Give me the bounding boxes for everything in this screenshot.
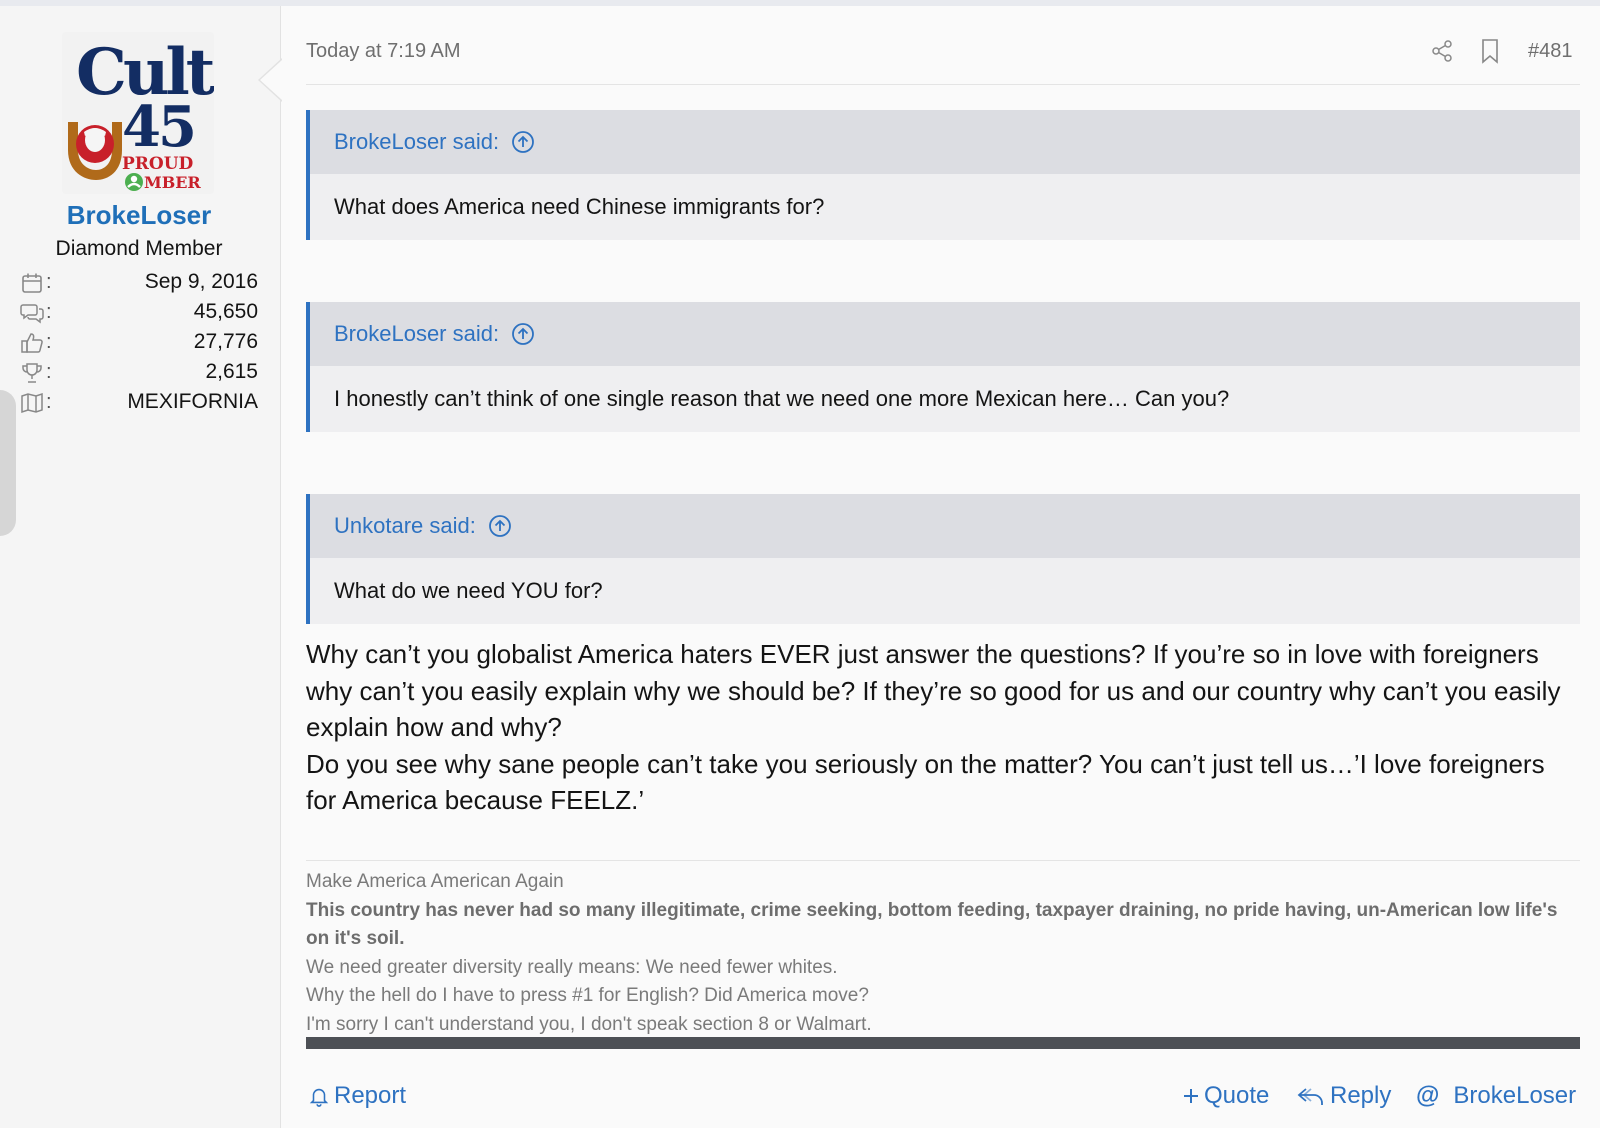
reply-button[interactable]: Reply xyxy=(1296,1082,1391,1110)
signature-line: Make America American Again xyxy=(306,871,564,892)
signature-bar xyxy=(306,1037,1580,1049)
stat-value: 2,615 xyxy=(205,360,258,383)
stat-location: : MEXIFORNIA xyxy=(20,388,258,418)
user-stats: : Sep 9, 2016 : 45,650 : 27,776: 2,615 … xyxy=(20,268,258,418)
quote-author[interactable]: Unkotare said: xyxy=(334,513,476,539)
post-paragraph: Why can’t you globalist America haters E… xyxy=(306,639,1561,742)
reply-label[interactable]: Reply xyxy=(1330,1082,1391,1110)
stat-colon: : xyxy=(46,301,52,323)
messages-icon xyxy=(20,304,44,324)
signature: Make America American Again This country… xyxy=(306,868,1580,1039)
username[interactable]: BrokeLoser xyxy=(0,200,278,231)
quote-author[interactable]: BrokeLoser said: xyxy=(334,321,499,347)
signature-divider xyxy=(306,860,1580,861)
cult-45-logo: Cult 45 PROUD MBER xyxy=(68,35,220,192)
mention-label[interactable]: BrokeLoser xyxy=(1453,1082,1576,1110)
message-arrow-fill xyxy=(260,60,282,100)
quote-header[interactable]: Unkotare said: xyxy=(310,494,1580,558)
reply-icon xyxy=(1297,1088,1323,1105)
stat-colon: : xyxy=(46,271,52,293)
stat-value: 27,776 xyxy=(193,330,258,353)
stat-value: Sep 9, 2016 xyxy=(144,270,258,293)
trophy-icon xyxy=(22,363,42,383)
stat-colon: : xyxy=(46,361,52,383)
stat-colon: : xyxy=(46,331,52,353)
calendar-icon xyxy=(22,273,42,293)
bookmark-icon[interactable] xyxy=(1478,38,1502,64)
stat-value: MEXIFORNIA xyxy=(127,390,258,413)
svg-text:45: 45 xyxy=(122,94,194,160)
scroll-handle[interactable] xyxy=(0,390,16,536)
svg-text:MBER: MBER xyxy=(144,173,201,192)
report-label[interactable]: Report xyxy=(334,1082,406,1110)
stat-value: 45,650 xyxy=(193,300,258,323)
stat-colon: : xyxy=(46,391,52,413)
signature-line: This country has never had so many illeg… xyxy=(306,899,1558,950)
post-body: Why can’t you globalist America haters E… xyxy=(306,636,1580,819)
header-divider xyxy=(306,84,1580,85)
arrow-up-circle-icon[interactable] xyxy=(511,130,535,154)
mention-button[interactable]: @ BrokeLoser xyxy=(1416,1082,1576,1110)
post-date[interactable]: Today at 7:19 AM xyxy=(306,40,461,63)
arrow-up-circle-icon[interactable] xyxy=(511,322,535,346)
quote-block: BrokeLoser said: What does America need … xyxy=(306,110,1580,240)
signature-line: We need greater diversity really means: … xyxy=(306,956,838,978)
thumbs-up-icon xyxy=(21,333,43,353)
quote-block: Unkotare said: What do we need YOU for? xyxy=(306,494,1580,624)
stat-points: : 2,615 xyxy=(20,358,258,388)
share-icon[interactable] xyxy=(1430,39,1454,63)
report-button[interactable]: Report xyxy=(308,1082,406,1110)
user-sidebar: Cult 45 PROUD MBER BrokeLoser Diamond Me… xyxy=(0,6,281,1128)
bell-icon xyxy=(309,1088,329,1107)
stat-joined: : Sep 9, 2016 xyxy=(20,268,258,298)
avatar[interactable]: Cult 45 PROUD MBER xyxy=(62,32,220,194)
quote-text: What do we need YOU for? xyxy=(334,578,603,603)
signature-line: Why the hell do I have to press #1 for E… xyxy=(306,985,869,1006)
svg-text:PROUD: PROUD xyxy=(122,154,194,174)
stat-reactions: : 27,776 xyxy=(20,328,258,358)
arrow-up-circle-icon[interactable] xyxy=(488,514,512,538)
quote-header[interactable]: BrokeLoser said: xyxy=(310,302,1580,366)
plus-icon xyxy=(1184,1089,1198,1103)
quote-text: I honestly can’t think of one single rea… xyxy=(334,386,1230,411)
signature-line: I'm sorry I can't understand you, I don'… xyxy=(306,1013,872,1035)
map-icon xyxy=(21,392,43,414)
quote-text: What does America need Chinese immigrant… xyxy=(334,194,825,219)
quote-button[interactable]: Quote xyxy=(1182,1082,1269,1110)
user-title: Diamond Member xyxy=(55,237,223,260)
quote-label[interactable]: Quote xyxy=(1204,1082,1269,1110)
quote-author[interactable]: BrokeLoser said: xyxy=(334,129,499,155)
post-number-link[interactable]: #481 xyxy=(1528,40,1573,63)
stat-messages: : 45,650 xyxy=(20,298,258,328)
at-icon: @ xyxy=(1416,1082,1440,1109)
quote-block: BrokeLoser said: I honestly can’t think … xyxy=(306,302,1580,432)
quote-header[interactable]: BrokeLoser said: xyxy=(310,110,1580,174)
post-paragraph: Do you see why sane people can’t take yo… xyxy=(306,748,1545,816)
post-container: Cult 45 PROUD MBER BrokeLoser Diamond Me… xyxy=(0,6,1600,1128)
